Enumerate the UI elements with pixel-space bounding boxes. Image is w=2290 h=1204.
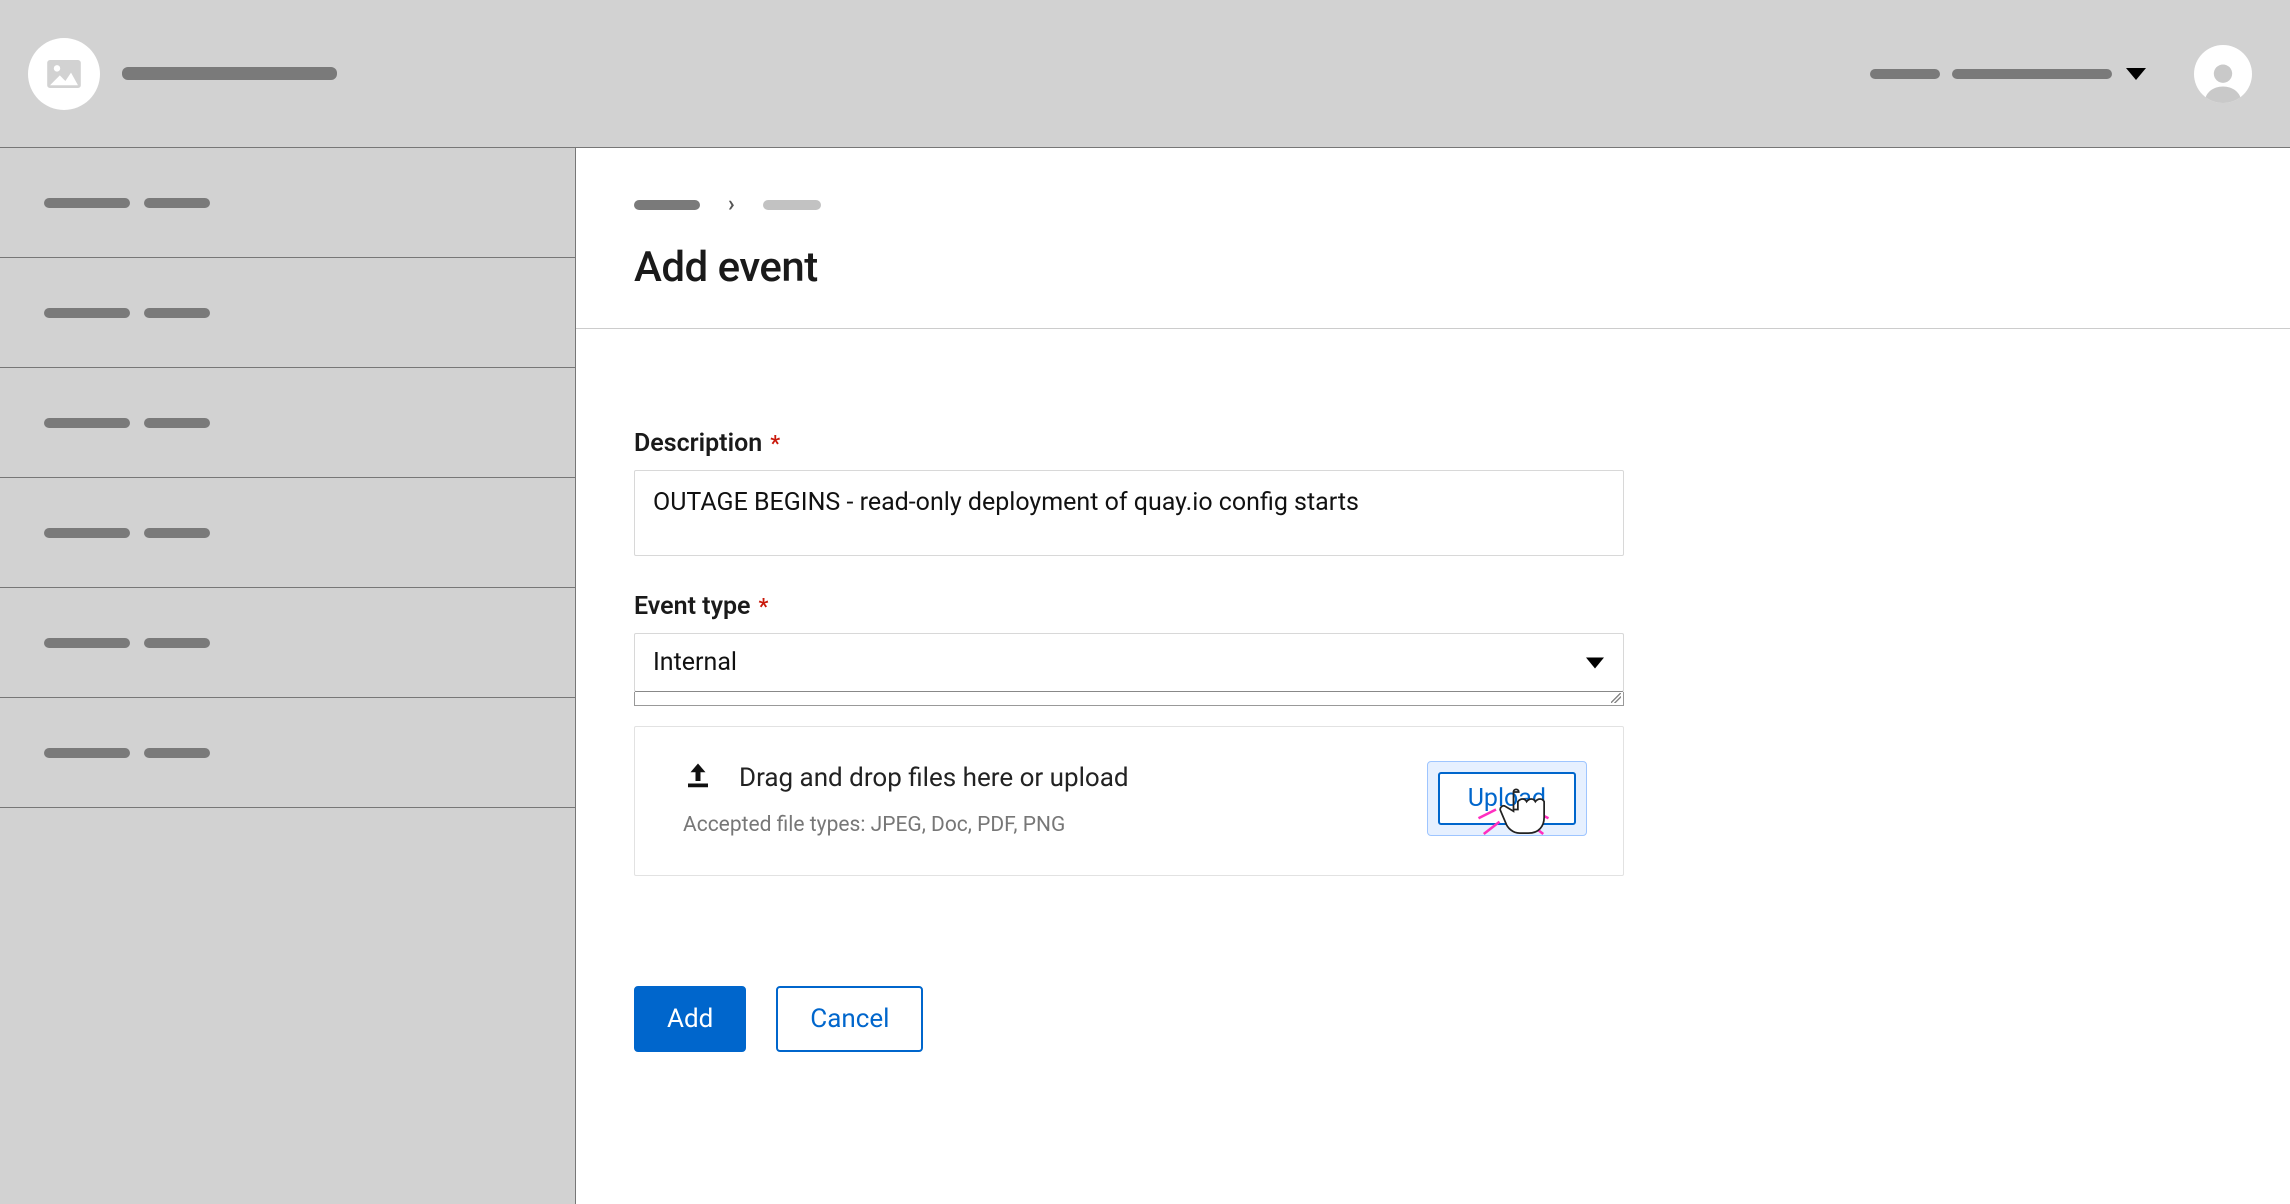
upload-icon	[683, 761, 713, 795]
image-icon	[47, 60, 81, 88]
sidebar-item[interactable]	[0, 258, 575, 368]
required-indicator: *	[770, 432, 780, 457]
breadcrumb: ›	[634, 192, 2290, 217]
form-actions: Add Cancel	[634, 986, 1626, 1052]
user-icon	[2201, 59, 2245, 103]
brand-name-placeholder	[122, 67, 337, 80]
add-event-form: Description * Event type * Internal	[576, 329, 1626, 1052]
sidebar-item[interactable]	[0, 588, 575, 698]
app-header	[0, 0, 2290, 148]
upload-hint: Accepted file types: JPEG, Doc, PDF, PNG	[683, 813, 1129, 837]
event-type-field: Event type * Internal	[634, 592, 1626, 706]
main-content: › Add event Description * Event type * I	[576, 148, 2290, 1204]
file-upload-panel: Drag and drop files here or upload Accep…	[634, 726, 1624, 876]
page-title: Add event	[634, 243, 2290, 292]
chevron-right-icon: ›	[728, 192, 735, 217]
cancel-button[interactable]: Cancel	[776, 986, 923, 1052]
breadcrumb-item[interactable]	[634, 200, 700, 210]
sidebar	[0, 148, 576, 1204]
sidebar-item[interactable]	[0, 698, 575, 808]
project-switcher[interactable]	[1870, 68, 2146, 80]
skeleton-text	[1952, 69, 2112, 79]
description-field: Description *	[634, 429, 1626, 560]
event-type-label: Event type	[634, 592, 751, 621]
resize-handle[interactable]	[634, 692, 1624, 706]
description-label: Description	[634, 429, 762, 458]
upload-button[interactable]: Upload	[1438, 772, 1576, 825]
sidebar-item[interactable]	[0, 368, 575, 478]
required-indicator: *	[759, 595, 769, 620]
skeleton-text	[1870, 69, 1940, 79]
chevron-down-icon	[2126, 68, 2146, 80]
upload-title: Drag and drop files here or upload	[739, 763, 1129, 793]
description-input[interactable]	[634, 470, 1624, 556]
breadcrumb-item	[763, 200, 821, 210]
event-type-select[interactable]: Internal	[634, 633, 1624, 692]
upload-button-focus-ring: Upload	[1427, 761, 1587, 836]
page-header: › Add event	[576, 148, 2290, 329]
sidebar-item[interactable]	[0, 478, 575, 588]
user-avatar[interactable]	[2194, 45, 2252, 103]
add-button[interactable]: Add	[634, 986, 746, 1052]
sidebar-item[interactable]	[0, 148, 575, 258]
brand-logo	[28, 38, 100, 110]
